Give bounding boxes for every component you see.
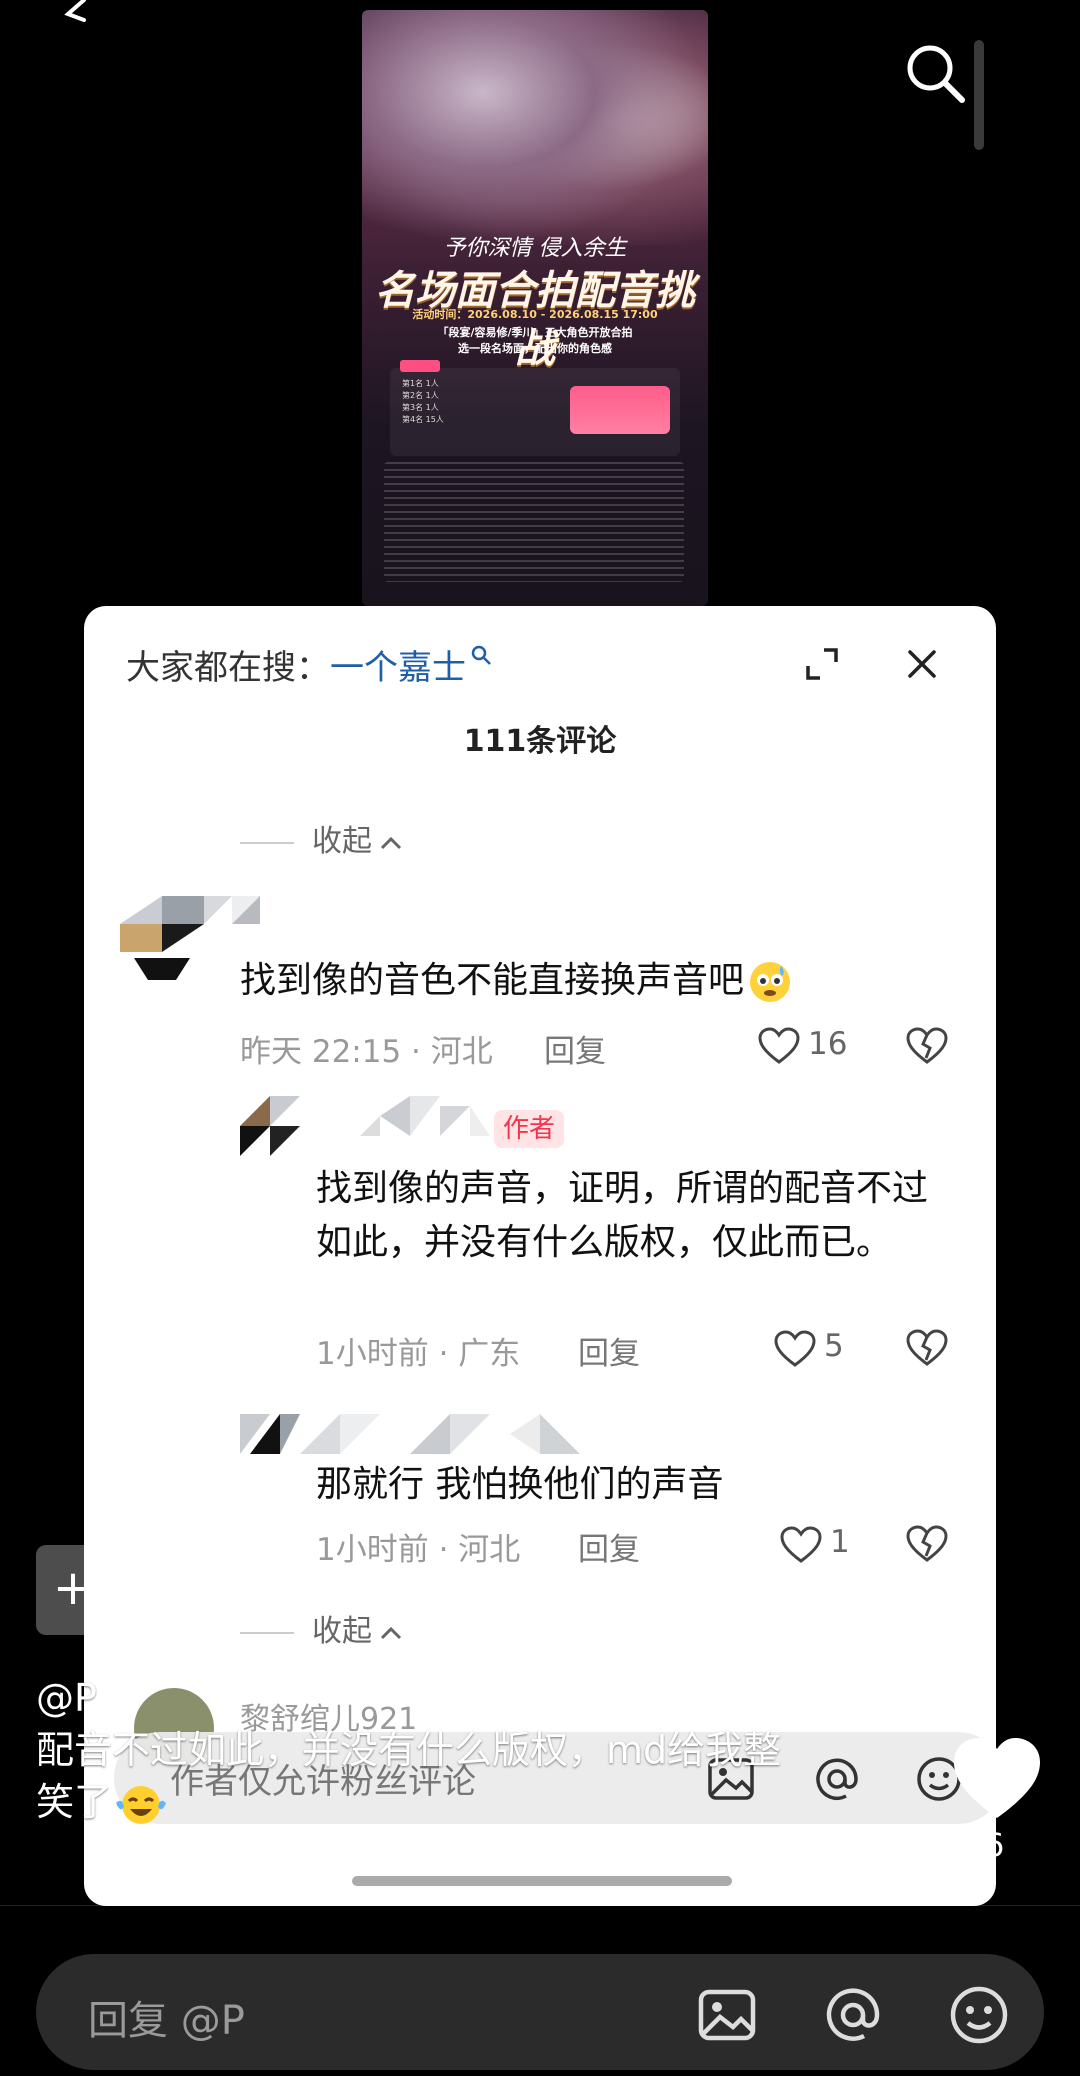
heart-icon[interactable] (774, 1330, 816, 1368)
divider-dash (240, 1631, 294, 1634)
reply-button[interactable]: 回复 (544, 1026, 606, 1071)
collapse-label: 收起 (312, 1614, 372, 1649)
collapse-replies-button[interactable]: 收起 (240, 1606, 404, 1650)
collapse-replies-button[interactable]: 收起 (240, 816, 404, 860)
reply-placeholder: 回复 @P (88, 1998, 245, 2044)
poster-roles: 「段宴/容易修/季川」三大角色开放合拍 (437, 326, 633, 339)
home-indicator (352, 1876, 732, 1886)
comment-text: 那就行 我怕换他们的声音 (316, 1464, 724, 1505)
divider-dash (240, 841, 294, 844)
chevron-up-icon (380, 1626, 402, 1639)
reply-button[interactable]: 回复 (578, 1328, 640, 1373)
hot-search-query[interactable]: 一个嘉士 (330, 648, 466, 688)
heart-icon[interactable] (758, 1027, 800, 1065)
like-count: 5 (824, 1328, 844, 1364)
poster-time: 活动时间：2026.08.10 - 2026.08.15 17:00 (412, 308, 658, 321)
image-icon[interactable] (696, 1984, 758, 2046)
comment-meta: 1小时前 · 广东 (316, 1336, 521, 1372)
poster-table-rows: 第1名 1人 第2名 1人 第3名 1人 第4名 15人 (402, 378, 562, 426)
poster-row: 第1名 1人 (402, 379, 439, 388)
search-icon[interactable] (900, 38, 972, 110)
comment-text: 找到像的音色不能直接换声音吧 (240, 954, 792, 1008)
avatar[interactable] (240, 1096, 300, 1156)
poster-row: 第3名 1人 (402, 403, 439, 412)
video-caption: @P 配音不过如此，并没有什么版权，md给我整 笑了 (36, 1672, 1036, 1828)
tears-of-joy-emoji-icon (116, 1785, 167, 1824)
hot-search-bar[interactable]: 大家都在搜：一个嘉士 (126, 640, 494, 689)
avatar[interactable] (240, 1414, 300, 1454)
comment-text: 找到像的声音，证明，所谓的配音不过如此，并没有什么版权，仅此而已。 (316, 1168, 929, 1263)
collapse-label: 收起 (312, 824, 372, 859)
poster-prize-table: 第1名 1人 第2名 1人 第3名 1人 第4名 15人 (390, 360, 680, 456)
comment-text-body: 找到像的音色不能直接换声音吧 (240, 960, 745, 1001)
broken-heart-icon[interactable] (906, 1524, 948, 1564)
comment-meta: 昨天 22:15 · 河北 (240, 1034, 493, 1070)
caption-text-tail: 笑了 (36, 1780, 113, 1824)
comment-meta: 1小时前 · 河北 (316, 1532, 521, 1568)
poster-row: 第4名 15人 (402, 415, 444, 424)
chevron-up-icon (380, 836, 402, 849)
close-icon[interactable] (902, 644, 942, 684)
scroll-indicator (974, 40, 984, 150)
like-heart-icon[interactable] (950, 1734, 1044, 1824)
back-arrow-icon[interactable] (54, 0, 94, 40)
broken-heart-icon[interactable] (906, 1328, 948, 1368)
at-mention-icon[interactable] (822, 1984, 884, 2046)
hot-search-label: 大家都在搜： (126, 648, 330, 688)
comment-count-title: 111条评论 (463, 724, 617, 759)
emoji-icon[interactable] (948, 1984, 1010, 2046)
reply-button[interactable]: 回复 (578, 1524, 640, 1569)
username-mosaic (300, 1414, 580, 1454)
username-mosaic (360, 1096, 490, 1136)
poster-subtitle: 选一段名场面，配出你的角色感 (458, 342, 612, 355)
broken-heart-icon[interactable] (906, 1026, 948, 1066)
poster-rules-text (384, 462, 684, 582)
caption-text: 配音不过如此，并没有什么版权，md给我整 (36, 1728, 782, 1772)
video-poster: 予你深情 侵入余生 名场面合拍配音挑战 活动时间：2026.08.10 - 20… (362, 10, 708, 606)
poster-prize-box (570, 386, 670, 434)
expand-icon[interactable] (802, 644, 842, 684)
like-count: 1 (830, 1524, 850, 1560)
search-icon (471, 645, 491, 665)
caption-mention[interactable]: @P (36, 1672, 1036, 1724)
heart-icon[interactable] (780, 1526, 822, 1564)
bottom-reply-bar: 回复 @P (0, 1905, 1080, 2076)
avatar[interactable] (120, 896, 204, 980)
like-count: 6 (984, 1826, 1005, 1864)
author-badge: 作者 (494, 1110, 564, 1148)
username-mosaic (204, 896, 260, 924)
poster-table-tag (400, 360, 440, 372)
caption-text-end: 笑了 (36, 1776, 1036, 1828)
poster-artwork (362, 10, 708, 245)
reply-input[interactable]: 回复 @P (36, 1954, 1044, 2070)
poster-row: 第2名 1人 (402, 391, 439, 400)
like-count: 16 (808, 1026, 848, 1062)
cold-sweat-emoji-icon (750, 962, 791, 1002)
